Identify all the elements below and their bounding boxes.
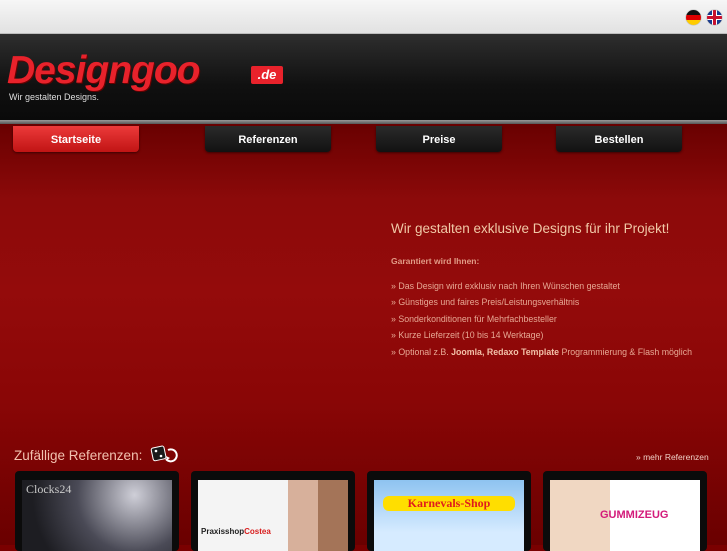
reference-image xyxy=(374,480,524,551)
site-tagline: Wir gestalten Designs. xyxy=(9,92,100,102)
language-bar xyxy=(0,0,727,34)
more-references-link[interactable]: » mehr Referenzen xyxy=(636,452,709,462)
reference-thumb-karneval[interactable] xyxy=(367,471,531,551)
nav-referenzen[interactable]: Referenzen xyxy=(205,126,331,152)
intro-headline: Wir gestalten exklusive Designs für ihr … xyxy=(391,221,670,236)
logo-tld-badge: .de xyxy=(251,66,283,84)
reference-image xyxy=(198,480,348,551)
reference-label: GUMMIZEUG xyxy=(600,509,669,521)
english-flag-icon[interactable] xyxy=(707,10,722,25)
dice-icon xyxy=(150,445,178,463)
reference-label: Clocks24 xyxy=(26,482,72,496)
feature-item: » Optional z.B. Joomla, Redaxo Template … xyxy=(391,346,692,362)
praxis-label-a: Praxisshop xyxy=(201,527,245,536)
site-logo[interactable]: Designgoo xyxy=(7,51,200,91)
nav-preise[interactable]: Preise xyxy=(376,126,502,152)
reference-label: PraxisshopCostea xyxy=(201,527,271,536)
nav-bestellen[interactable]: Bestellen xyxy=(556,126,682,152)
nav-startseite[interactable]: Startseite xyxy=(13,126,139,152)
feature-item: » Sonderkonditionen für Mehrfachbestelle… xyxy=(391,313,557,324)
feature-item: » Günstiges und faires Preis/Leistungsve… xyxy=(391,297,580,308)
feature-list: » Das Design wird exklusiv nach Ihren Wü… xyxy=(391,280,692,362)
intro-subhead: Garantiert wird Ihnen: xyxy=(391,256,480,266)
reference-thumb-praxisshop[interactable] xyxy=(191,471,355,551)
references-title: Zufällige Referenzen: xyxy=(14,448,143,463)
logo-text: Designgoo xyxy=(7,49,200,92)
feature-suffix: Programmierung & Flash möglich xyxy=(559,346,693,357)
german-flag-icon[interactable] xyxy=(686,10,701,25)
feature-prefix: » Optional z.B. xyxy=(391,346,452,357)
praxis-label-b: Costea xyxy=(244,527,271,536)
feature-bold: Joomla, Redaxo Template xyxy=(451,346,560,357)
reference-label: Karnevals-Shop xyxy=(383,496,515,511)
feature-item: » Kurze Lieferzeit (10 bis 14 Werktage) xyxy=(391,330,544,341)
feature-item: » Das Design wird exklusiv nach Ihren Wü… xyxy=(391,281,620,291)
